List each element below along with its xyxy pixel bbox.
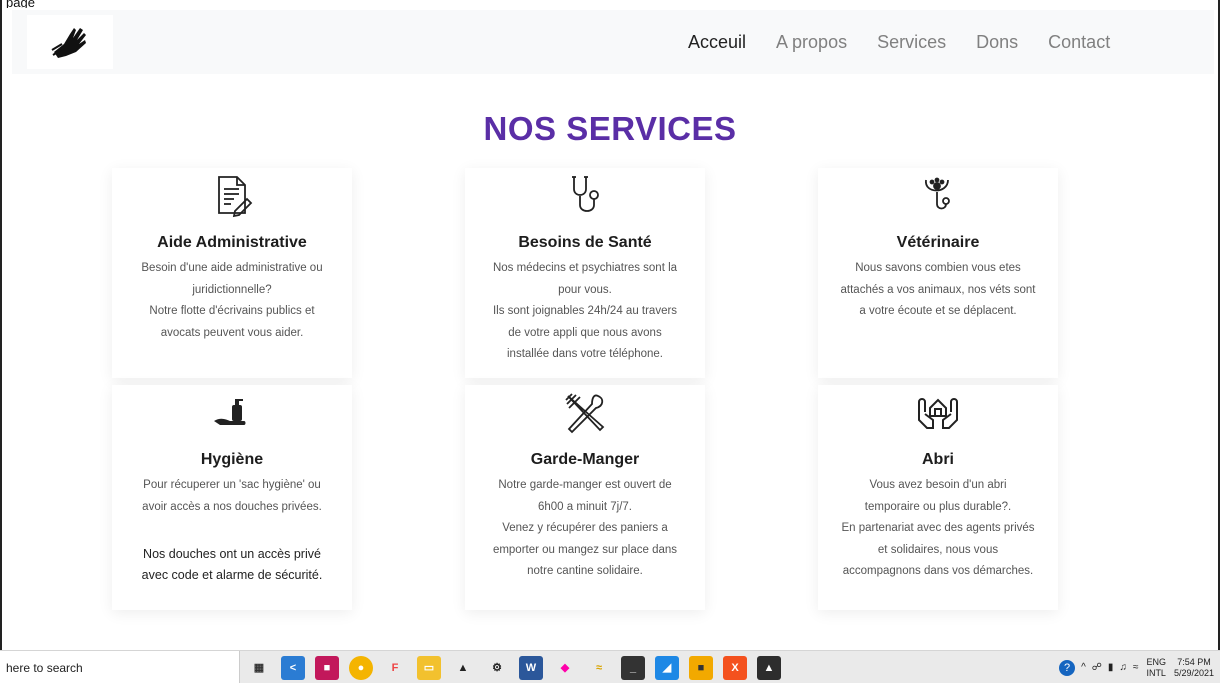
taskbar-search-input[interactable]: here to search: [0, 651, 240, 683]
editor-blue-icon[interactable]: ◢: [655, 655, 679, 680]
service-card-besoins-de-sante: Besoins de Santé Nos médecins et psychia…: [465, 168, 705, 378]
service-card-garde-manger: Garde-Manger Notre garde-manger est ouve…: [465, 385, 705, 610]
service-card-veterinaire: Vétérinaire Nous savons combien vous ete…: [818, 168, 1058, 378]
service-title: Besoins de Santé: [518, 234, 652, 251]
service-description: Nous savons combien vous etes attachés a …: [840, 262, 1036, 317]
sticky-notes-icon[interactable]: ■: [689, 655, 713, 680]
file-explorer-icon[interactable]: ▭: [417, 655, 441, 680]
language-indicator[interactable]: ENG INTL: [1146, 657, 1166, 679]
service-title: Garde-Manger: [530, 451, 640, 468]
nav-link-services[interactable]: Services: [877, 32, 946, 53]
word-icon[interactable]: W: [519, 655, 543, 680]
git-diamond-icon[interactable]: ◆: [553, 656, 577, 680]
service-description: Notre garde-manger est ouvert de 6h00 a m…: [492, 479, 678, 577]
service-description: Nos médecins et psychiatres sont la pour …: [492, 262, 678, 360]
security-shield-icon[interactable]: ▲: [451, 656, 475, 680]
taskbar-app-icons: ▦ < ■ ● F ▭ ▲ ⚙ W ◆ ≈ _ ◢ ■ X ▲: [242, 651, 786, 683]
nav-link-a-propos[interactable]: A propos: [776, 32, 847, 53]
stethoscope-icon: [572, 176, 599, 212]
photos-icon[interactable]: ▲: [757, 655, 781, 680]
fork-spoon-icon: [565, 393, 605, 434]
figma-icon[interactable]: F: [383, 656, 407, 680]
xampp-icon[interactable]: X: [723, 655, 747, 680]
document-pen-icon: [218, 176, 253, 218]
app-pink-icon[interactable]: ■: [315, 655, 339, 680]
wifi-icon[interactable]: ≈: [1133, 662, 1139, 673]
nav-link-acceuil[interactable]: Acceuil: [688, 32, 746, 53]
service-title: Aide Administrative: [157, 234, 307, 251]
windows-taskbar: here to search ▦ < ■ ● F ▭ ▲ ⚙ W ◆ ≈ _ ◢…: [0, 650, 1220, 683]
service-extra-note: Nos douches ont un accès privé avec code …: [141, 547, 323, 582]
navbar: Acceuil A propos Services Dons Contact: [12, 10, 1214, 74]
nav-link-contact[interactable]: Contact: [1048, 32, 1110, 53]
logo[interactable]: [27, 15, 113, 69]
network-icon[interactable]: ☍: [1092, 662, 1102, 673]
hands-house-icon: [918, 398, 958, 429]
nav-link-dons[interactable]: Dons: [976, 32, 1018, 53]
paw-stethoscope-icon: [925, 177, 950, 210]
section-title: NOS SERVICES: [483, 110, 737, 147]
genie-lamp-icon[interactable]: ≈: [587, 656, 611, 680]
settings-gear-icon[interactable]: ⚙: [485, 656, 509, 680]
window-title-snippet: page: [6, 0, 35, 8]
service-title: Abri: [922, 451, 954, 468]
nav-links: Acceuil A propos Services Dons Contact: [688, 10, 1140, 74]
terminal-icon[interactable]: _: [621, 655, 645, 680]
service-description: Pour récuperer un 'sac hygiène' ou avoir …: [142, 479, 322, 513]
service-card-abri: Abri Vous avez besoin d'un abri temporair…: [818, 385, 1058, 610]
soap-hand-icon: [214, 399, 246, 425]
volume-icon[interactable]: ♫: [1119, 662, 1127, 673]
service-title: Vétérinaire: [896, 234, 980, 251]
system-tray: ? ^ ☍ ▮ ♫ ≈ ENG INTL 7:54 PM 5/29/2021: [1059, 651, 1214, 683]
task-view-icon[interactable]: ▦: [247, 656, 271, 680]
chrome-icon[interactable]: ●: [349, 655, 373, 680]
hand-logo-icon: [51, 28, 86, 58]
vscode-icon[interactable]: <: [281, 655, 305, 680]
help-icon[interactable]: ?: [1059, 659, 1076, 676]
chevron-up-icon[interactable]: ^: [1081, 662, 1086, 673]
service-card-hygiene: Hygiène Pour récuperer un 'sac hygiène' …: [112, 385, 352, 610]
service-description: Besoin d'une aide administrative ou jurid…: [141, 262, 323, 339]
service-description: Vous avez besoin d'un abri temporaire ou …: [841, 479, 1035, 577]
battery-icon[interactable]: ▮: [1108, 662, 1114, 673]
service-card-aide-administrative: Aide Administrative Besoin d'une aide ad…: [112, 168, 352, 378]
service-title: Hygiène: [200, 451, 264, 468]
clock[interactable]: 7:54 PM 5/29/2021: [1174, 657, 1214, 679]
